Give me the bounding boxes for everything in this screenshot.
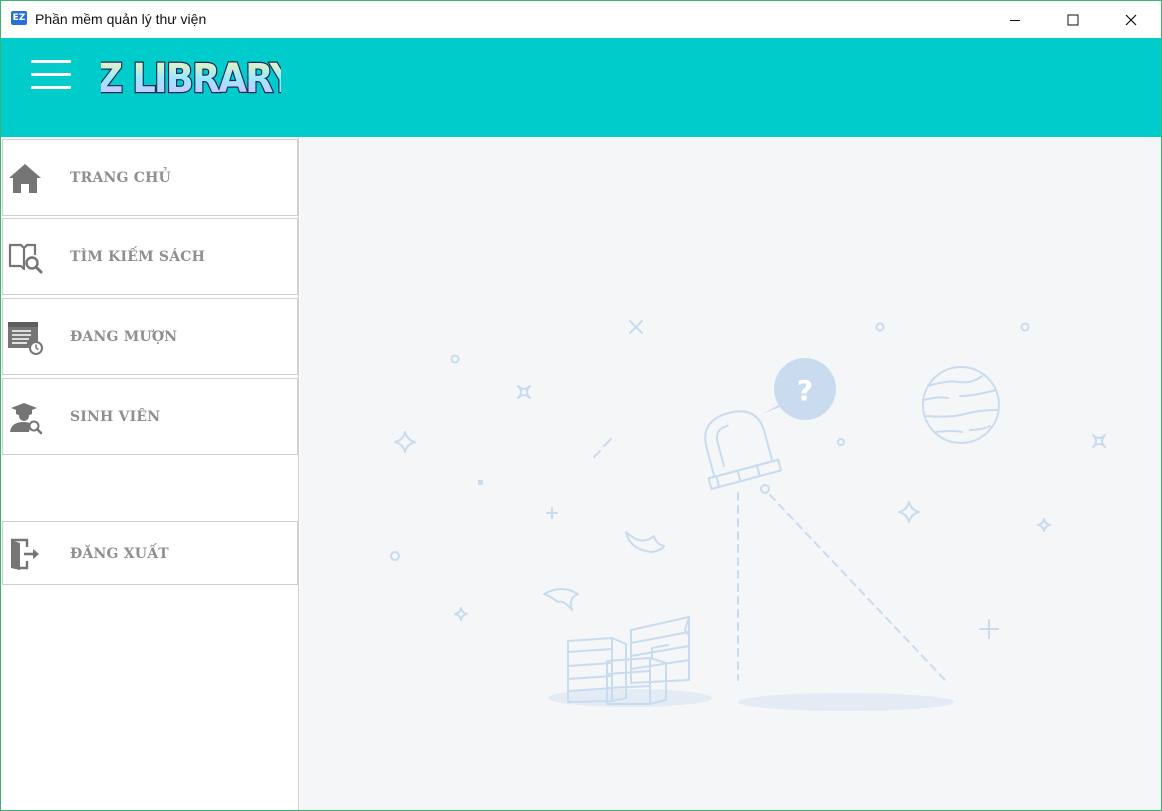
student-search-icon	[10, 403, 43, 435]
sidebar-item-label: TÌM KIẾM SÁCH	[70, 249, 206, 265]
logout-label: ĐĂNG XUẤT	[70, 546, 169, 562]
home-icon	[9, 164, 41, 193]
close-button[interactable]	[1102, 1, 1160, 38]
svg-text:?: ?	[797, 374, 813, 407]
main-content: ?	[300, 138, 1161, 810]
sidebar-item-label: TRANG CHỦ	[70, 170, 171, 186]
close-icon	[1125, 14, 1137, 25]
sidebar-item-borrowed[interactable]: ĐANG MƯỢN	[2, 298, 298, 375]
title-bar: EZ Phần mềm quản lý thư viện	[1, 1, 1161, 38]
app-logo: EZ LIBRARY	[101, 54, 281, 102]
window-title: Phần mềm quản lý thư viện	[35, 11, 207, 27]
sidebar-item-students[interactable]: SINH VIÊN	[2, 378, 298, 455]
hamburger-menu-button[interactable]	[29, 58, 73, 92]
maximize-icon	[1067, 14, 1079, 25]
sidebar-item-home[interactable]: TRANG CHỦ	[2, 139, 298, 216]
sidebar-item-label: SINH VIÊN	[70, 409, 161, 425]
empty-state-illustration: ?	[390, 320, 1106, 711]
svg-text:EZ LIBRARY: EZ LIBRARY	[101, 56, 281, 102]
sidebar-item-book-search[interactable]: TÌM KIẾM SÁCH	[2, 218, 298, 295]
minimize-button[interactable]	[986, 1, 1044, 38]
book-search-icon	[8, 243, 43, 274]
sidebar: TRANG CHỦ TÌM KIẾM SÁCH ĐANG MƯỢN SINH V…	[1, 138, 299, 810]
app-window: EZ Phần mềm quản lý thư viện LIBRARY TRA…	[0, 0, 1162, 811]
sidebar-item-label: ĐANG MƯỢN	[70, 329, 178, 345]
logout-button[interactable]: ĐĂNG XUẤT	[2, 521, 298, 585]
app-header: EZ LIBRARY	[1, 38, 1161, 137]
minimize-icon	[1010, 19, 1020, 21]
app-icon: EZ	[11, 11, 27, 25]
logout-icon	[11, 538, 39, 570]
borrowed-list-icon	[8, 322, 43, 355]
maximize-button[interactable]	[1044, 1, 1102, 38]
